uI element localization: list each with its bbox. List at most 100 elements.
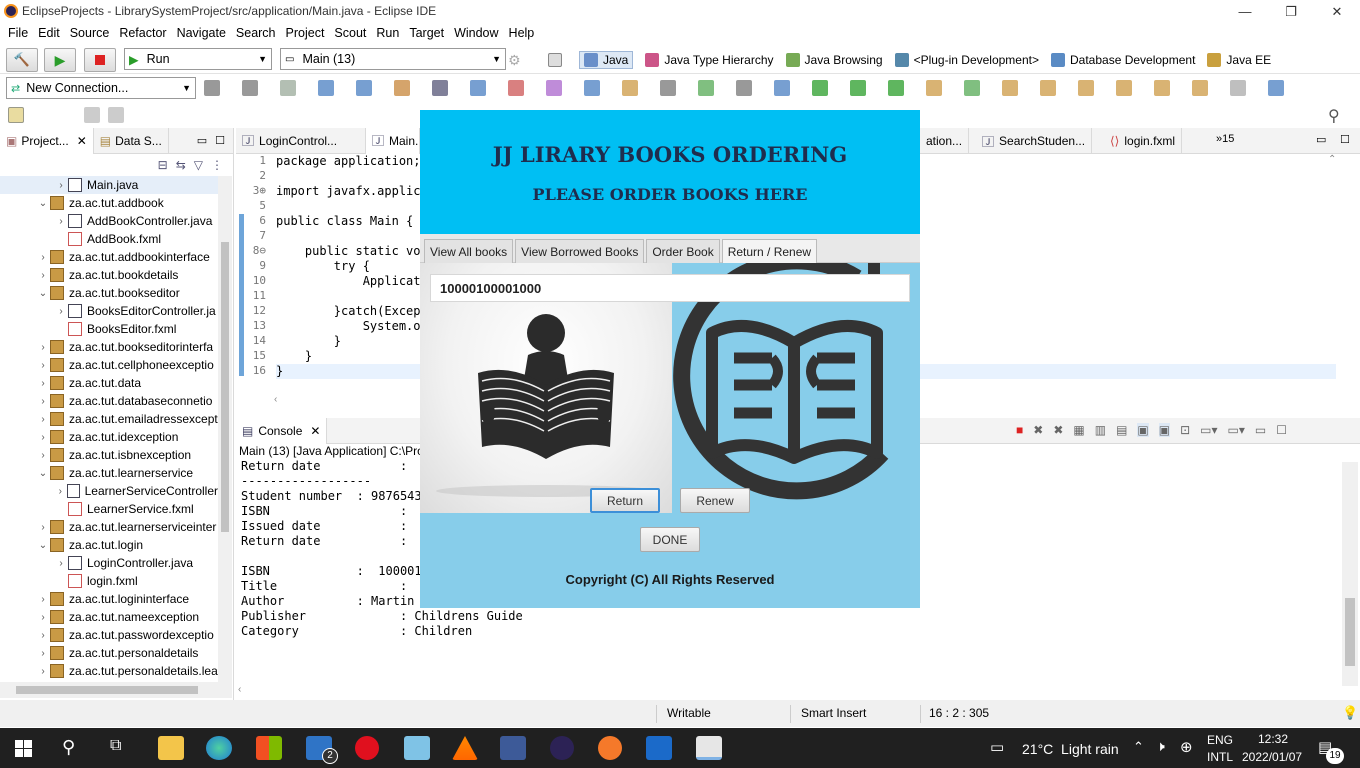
tree-vertical-scrollbar[interactable]: [218, 176, 232, 682]
virtualbox-icon[interactable]: [500, 736, 526, 760]
tree-item[interactable]: › za.ac.tut.isbnexception: [0, 446, 218, 464]
expand-chevron-icon[interactable]: ›: [54, 558, 68, 569]
tab-view-all-books[interactable]: View All books: [424, 239, 514, 263]
eclipse-icon[interactable]: [550, 736, 574, 760]
build-icon[interactable]: 🔨: [6, 48, 38, 72]
toolbar-action-icon[interactable]: [356, 80, 372, 96]
maximize-view-icon[interactable]: ☐: [215, 134, 225, 147]
toolbar-action-icon[interactable]: [926, 80, 942, 96]
expand-chevron-icon[interactable]: ⌄: [36, 288, 50, 299]
language-secondary[interactable]: INTL: [1207, 750, 1233, 764]
scrollbar-thumb[interactable]: [1345, 598, 1355, 666]
toolbar-action-icon[interactable]: [546, 80, 562, 96]
java-app-icon[interactable]: [696, 736, 722, 760]
menu-edit[interactable]: Edit: [38, 26, 60, 40]
tree-item[interactable]: › AddBookController.java: [0, 212, 218, 230]
tree-item[interactable]: › za.ac.tut.bookdetails: [0, 266, 218, 284]
collapse-all-icon[interactable]: ⊟: [158, 158, 168, 172]
clock-time[interactable]: 12:32: [1258, 732, 1288, 746]
filter-icon[interactable]: ▽: [194, 158, 203, 172]
tab-main[interactable]: 🄹 Main.: [366, 127, 420, 154]
toolbar-action-icon[interactable]: [888, 80, 904, 96]
tree-item[interactable]: › za.ac.tut.nameexception: [0, 608, 218, 626]
view-menu-icon[interactable]: ⋮: [211, 158, 223, 172]
minimize-view-icon[interactable]: ▭: [1255, 423, 1266, 437]
expand-chevron-icon[interactable]: ›: [36, 360, 50, 371]
tab-order-book[interactable]: Order Book: [646, 239, 720, 263]
toolbar-action-icon[interactable]: [850, 80, 866, 96]
tree-horizontal-scrollbar[interactable]: [0, 682, 232, 698]
connection-combo[interactable]: ⇄ New Connection... ▼: [6, 77, 196, 99]
expand-chevron-icon[interactable]: ›: [36, 648, 50, 659]
expand-chevron-icon[interactable]: ›: [36, 342, 50, 353]
tree-item[interactable]: BooksEditor.fxml: [0, 320, 218, 338]
run-mode-combo[interactable]: ▶ Run ▼: [124, 48, 272, 70]
toolbar-action-icon[interactable]: [242, 80, 258, 96]
toolbar-action-icon[interactable]: [394, 80, 410, 96]
expand-chevron-icon[interactable]: ›: [36, 630, 50, 641]
network-icon[interactable]: ⊕: [1180, 738, 1193, 756]
expand-chevron-icon[interactable]: ›: [36, 612, 50, 623]
display-console-icon[interactable]: ▭▾: [1200, 423, 1217, 437]
expand-chevron-icon[interactable]: ›: [36, 450, 50, 461]
tree-item[interactable]: › za.ac.tut.learnerserviceinter: [0, 518, 218, 536]
isbn-input[interactable]: 10000100001000: [430, 274, 910, 302]
tree-item[interactable]: AddBook.fxml: [0, 230, 218, 248]
perspective-type-hierarchy[interactable]: Java Type Hierarchy: [645, 53, 774, 67]
close-button[interactable]: ✕: [1314, 0, 1360, 23]
close-icon[interactable]: ✕: [77, 134, 87, 148]
toolbar-action-icon[interactable]: [508, 80, 524, 96]
task-view-icon[interactable]: ⧉: [110, 737, 121, 755]
perspective-database-development[interactable]: Database Development: [1051, 53, 1195, 67]
link-editor-icon[interactable]: ⇆: [176, 158, 186, 172]
tree-item[interactable]: › za.ac.tut.personaldetails: [0, 644, 218, 662]
tree-item[interactable]: › za.ac.tut.databaseconnetio: [0, 392, 218, 410]
menu-scout[interactable]: Scout: [334, 26, 366, 40]
console-vertical-scrollbar[interactable]: [1342, 462, 1358, 686]
tab-search-student[interactable]: 🄹 SearchStuden...: [976, 128, 1093, 154]
perspective-java-ee[interactable]: Java EE: [1207, 53, 1271, 67]
vlc-icon[interactable]: [452, 736, 478, 760]
tree-item[interactable]: › za.ac.tut.bookseditorinterfa: [0, 338, 218, 356]
maximize-button[interactable]: ❐: [1268, 0, 1314, 23]
word-wrap-icon[interactable]: ▤: [1116, 423, 1127, 437]
new-icon[interactable]: [8, 107, 24, 123]
toolbar-action-icon[interactable]: [584, 80, 600, 96]
expand-chevron-icon[interactable]: ›: [36, 396, 50, 407]
tray-chevron-icon[interactable]: ⌃: [1133, 739, 1144, 755]
launch-config-combo[interactable]: ▭ Main (13) ▼: [280, 48, 506, 70]
tab-login-fxml[interactable]: ⟨⟩ login.fxml: [1104, 128, 1183, 154]
tree-item[interactable]: ⌄ za.ac.tut.addbook: [0, 194, 218, 212]
gear-icon[interactable]: ⚙: [508, 52, 521, 69]
maximize-view-icon[interactable]: ☐: [1276, 423, 1287, 437]
toolbar-action-icon[interactable]: [812, 80, 828, 96]
menu-window[interactable]: Window: [454, 26, 498, 40]
expand-chevron-icon[interactable]: ›: [36, 414, 50, 425]
show-on-error-icon[interactable]: ▣: [1158, 423, 1171, 437]
minimize-button[interactable]: —: [1222, 0, 1268, 23]
search-icon[interactable]: ⚲: [1328, 106, 1340, 126]
tree-item[interactable]: ⌄ za.ac.tut.learnerservice: [0, 464, 218, 482]
menu-search[interactable]: Search: [236, 26, 276, 40]
tree-item[interactable]: › za.ac.tut.cellphoneexceptio: [0, 356, 218, 374]
menu-help[interactable]: Help: [509, 26, 535, 40]
menu-run[interactable]: Run: [376, 26, 399, 40]
store-icon[interactable]: [256, 736, 282, 760]
tree-item[interactable]: › za.ac.tut.emailadressexcept: [0, 410, 218, 428]
tab-login-controller[interactable]: 🄹 LoginControl...: [236, 127, 366, 154]
toolbar-action-icon[interactable]: [1116, 80, 1132, 96]
tree-item[interactable]: › BooksEditorController.ja: [0, 302, 218, 320]
toolbar-action-icon[interactable]: [1154, 80, 1170, 96]
weather-text[interactable]: 21°C Light rain: [1022, 741, 1119, 757]
tab-return-renew[interactable]: Return / Renew: [721, 239, 818, 263]
renew-button[interactable]: Renew: [680, 488, 750, 513]
toolbar-action-icon[interactable]: [698, 80, 714, 96]
menu-file[interactable]: File: [8, 26, 28, 40]
netbeans-icon[interactable]: [646, 736, 672, 760]
lightbulb-icon[interactable]: 💡: [1342, 705, 1358, 721]
expand-chevron-icon[interactable]: ›: [54, 486, 67, 497]
toolbar-action-icon[interactable]: [1040, 80, 1056, 96]
menu-navigate[interactable]: Navigate: [177, 26, 226, 40]
pin-console-icon[interactable]: ⊡: [1180, 423, 1190, 437]
notes-app-icon[interactable]: [404, 736, 430, 760]
